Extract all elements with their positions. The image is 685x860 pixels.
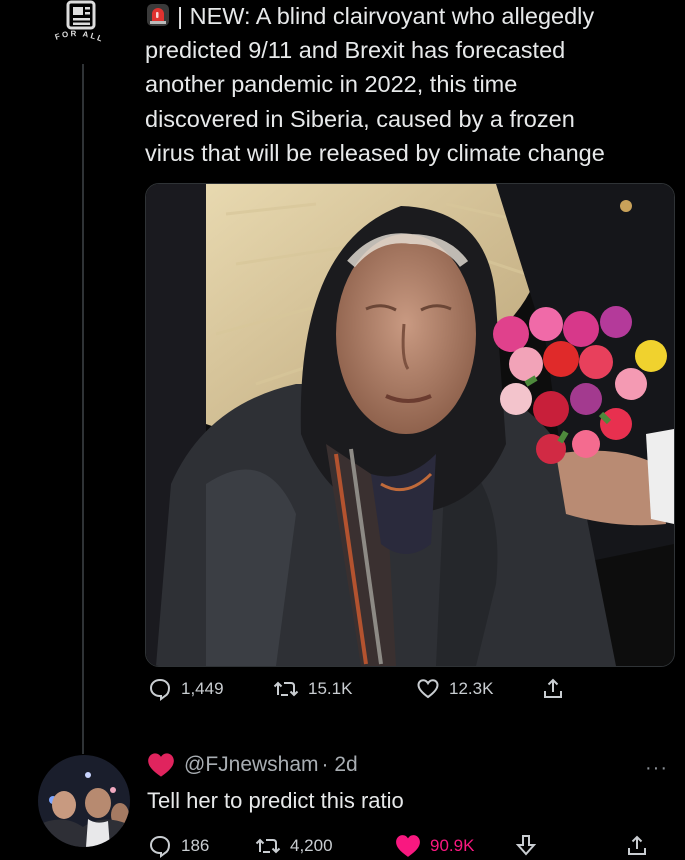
share-icon <box>544 678 562 698</box>
reply-reply-action[interactable]: 186 <box>148 834 255 858</box>
reply-time: · 2d <box>321 753 358 776</box>
tweet-body: | NEW: A blind clairvoyant who allegedly… <box>145 0 675 170</box>
more-options-icon[interactable]: ··· <box>645 757 668 780</box>
siren-icon <box>147 4 169 26</box>
tweet-text: | NEW: A blind clairvoyant who allegedly… <box>145 0 675 170</box>
avatar-label: FOR ALL <box>54 29 104 44</box>
reply-action[interactable]: 1,449 <box>148 677 273 701</box>
reply-retweet-action[interactable]: 4,200 <box>255 834 395 858</box>
red-heart-icon <box>148 753 174 777</box>
liked-heart-icon <box>396 835 420 857</box>
like-action[interactable]: 12.3K <box>416 677 541 701</box>
publisher-avatar[interactable]: FOR ALL <box>38 0 126 62</box>
reply-reply-count: 186 <box>181 836 210 855</box>
tweet-photo[interactable] <box>145 183 675 667</box>
retweet-icon <box>273 681 299 697</box>
reply-avatar[interactable] <box>38 755 130 847</box>
reply-retweet-count: 4,200 <box>290 836 333 855</box>
photo-image <box>146 184 674 666</box>
retweet-count: 15.1K <box>308 679 353 698</box>
reply-header: @FJnewsham · 2d <box>147 752 358 778</box>
tweet-text-prefix: | NEW: <box>177 3 251 29</box>
like-count: 12.3K <box>449 679 494 698</box>
reply-bookmark-action[interactable] <box>515 834 625 858</box>
thread-line <box>82 64 84 754</box>
reply-count: 1,449 <box>181 679 224 698</box>
heart-icon <box>417 679 439 699</box>
svg-text:FOR ALL: FOR ALL <box>54 29 106 44</box>
retweet-action[interactable]: 15.1K <box>273 677 416 701</box>
reply-like-count: 90.9K <box>430 836 475 855</box>
reply-icon <box>149 835 171 858</box>
newspaper-icon: FOR ALL <box>54 0 106 44</box>
down-arrow-icon <box>515 835 537 856</box>
reply-like-action[interactable]: 90.9K <box>395 834 515 858</box>
reply-text: Tell her to predict this ratio <box>147 788 404 813</box>
reply-share-action[interactable] <box>625 834 649 858</box>
reply-actions: 186 4,200 90.9K <box>148 834 649 858</box>
tweet-actions: 1,449 15.1K 12.3K <box>148 677 565 701</box>
reply-handle[interactable]: @FJnewsham <box>184 753 319 777</box>
retweet-icon <box>255 838 281 854</box>
reply-icon <box>149 678 171 701</box>
crowd-photo <box>38 755 130 847</box>
share-icon <box>628 835 646 855</box>
share-action[interactable] <box>541 677 565 701</box>
